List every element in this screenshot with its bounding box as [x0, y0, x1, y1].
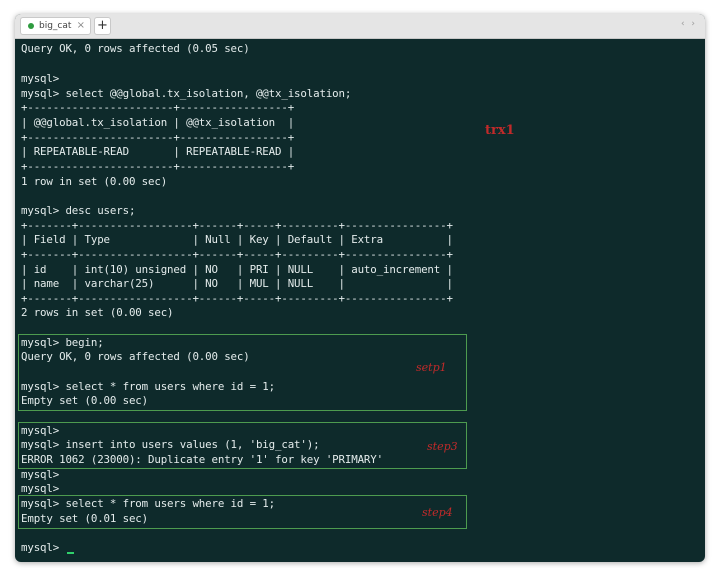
- window-controls[interactable]: ‹ ›: [681, 19, 697, 29]
- step3-annotation: step3: [427, 440, 458, 453]
- terminal-line: | REPEATABLE-READ | REPEATABLE-READ |: [21, 145, 295, 158]
- step1-annotation: setp1: [416, 361, 447, 374]
- tab-bar: big_cat × + ‹ ›: [15, 14, 705, 39]
- tab-label: big_cat: [39, 21, 72, 31]
- tab-big-cat[interactable]: big_cat ×: [20, 17, 91, 35]
- terminal-window[interactable]: big_cat × + ‹ › Query OK, 0 rows affecte…: [15, 14, 705, 562]
- step3-highlight-box: [18, 422, 467, 469]
- terminal-line: | @@global.tx_isolation | @@tx_isolation…: [21, 116, 295, 129]
- terminal-line: +-------+------------------+------+-----…: [21, 248, 453, 261]
- terminal-line: mysql> select @@global.tx_isolation, @@t…: [21, 87, 352, 100]
- terminal-line: +-------+------------------+------+-----…: [21, 219, 453, 232]
- terminal-line: mysql>: [21, 468, 60, 481]
- terminal-line: Query OK, 0 rows affected (0.05 sec): [21, 42, 250, 55]
- trx1-annotation: trx1: [485, 123, 515, 138]
- terminal-line: +-------+------------------+------+-----…: [21, 292, 453, 305]
- terminal-line: mysql>: [21, 482, 60, 495]
- terminal-line: | name | varchar(25) | NO | MUL | NULL |…: [21, 277, 453, 290]
- tab-close-icon[interactable]: ×: [77, 19, 85, 33]
- step4-annotation: step4: [422, 506, 453, 519]
- terminal-line: +-----------------------+---------------…: [21, 131, 295, 144]
- step1-highlight-box: [18, 334, 467, 411]
- terminal-line: | id | int(10) unsigned | NO | PRI | NUL…: [21, 263, 453, 276]
- terminal-line: 2 rows in set (0.00 sec): [21, 306, 174, 319]
- text-cursor: [67, 552, 74, 554]
- terminal-line: +-----------------------+---------------…: [21, 101, 295, 114]
- new-tab-button[interactable]: +: [94, 17, 111, 35]
- terminal-line: 1 row in set (0.00 sec): [21, 175, 168, 188]
- step4-highlight-box: [18, 495, 467, 529]
- terminal-line: +-----------------------+---------------…: [21, 160, 295, 173]
- status-dot-icon: [28, 23, 34, 29]
- terminal-line: mysql>: [21, 541, 66, 554]
- terminal-line: | Field | Type | Null | Key | Default | …: [21, 233, 453, 246]
- terminal-line: mysql>: [21, 72, 60, 85]
- terminal-line: mysql> desc users;: [21, 204, 136, 217]
